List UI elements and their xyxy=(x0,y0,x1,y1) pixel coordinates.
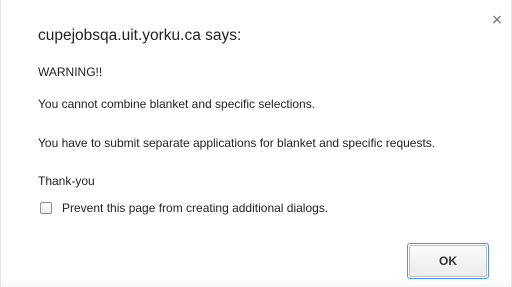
close-icon[interactable]: × xyxy=(490,13,504,27)
dialog-title: cupejobsqa.uit.yorku.ca says: xyxy=(38,27,242,44)
message-line-thanks: Thank-you xyxy=(38,174,95,188)
alert-dialog: × cupejobsqa.uit.yorku.ca says: WARNING!… xyxy=(0,0,512,287)
message-line-warning: WARNING!! xyxy=(38,65,103,79)
prevent-dialogs-label: Prevent this page from creating addition… xyxy=(62,201,329,215)
prevent-dialogs-option[interactable]: Prevent this page from creating addition… xyxy=(40,200,328,216)
ok-button[interactable]: OK xyxy=(409,245,487,277)
prevent-dialogs-checkbox[interactable] xyxy=(40,202,52,214)
message-line-combine: You cannot combine blanket and specific … xyxy=(38,97,316,111)
message-line-separate: You have to submit separate applications… xyxy=(38,136,436,150)
